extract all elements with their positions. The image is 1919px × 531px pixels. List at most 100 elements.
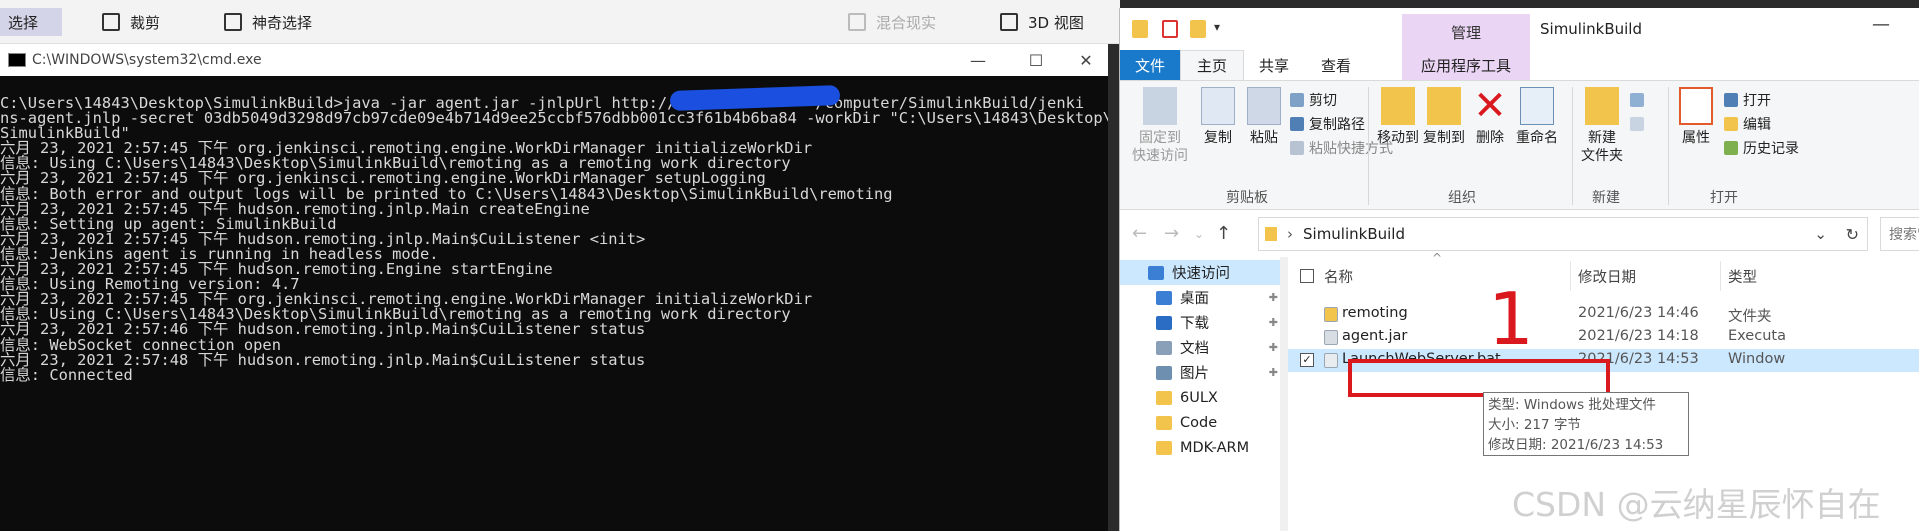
file-type: Executa — [1728, 328, 1786, 344]
forward-arrow-icon[interactable]: → — [1164, 223, 1179, 244]
properties-icon — [1679, 87, 1713, 125]
tab-view[interactable]: 查看 — [1306, 50, 1366, 80]
file-tooltip: 类型: Windows 批处理文件 大小: 217 字节 修改日期: 2021/… — [1483, 392, 1689, 456]
refresh-icon[interactable]: ↻ — [1846, 225, 1859, 244]
cmd-line: 六月 23, 2021 2:57:45 下午 hudson.remoting.j… — [0, 199, 590, 218]
folder-icon — [1324, 307, 1338, 322]
cmd-line: 信息: Using Remoting version: 4.7 — [0, 275, 300, 294]
tab-home[interactable]: 主页 — [1180, 50, 1244, 80]
view-3d-tool[interactable]: 3D 视图 — [992, 8, 1092, 36]
tab-app-tools[interactable]: 应用程序工具 — [1402, 50, 1530, 80]
cmd-line: 六月 23, 2021 2:57:48 下午 hudson.remoting.j… — [0, 350, 646, 369]
column-type-label: 类型 — [1728, 269, 1757, 286]
sidebar-item[interactable]: 6ULX — [1120, 385, 1282, 410]
sidebar-item[interactable]: 图片 ✚ — [1120, 360, 1282, 385]
sidebar-item[interactable]: 快速访问 — [1120, 260, 1282, 285]
column-date-header[interactable]: 修改日期 — [1578, 257, 1636, 295]
cut-button[interactable]: 剪切 — [1290, 89, 1337, 111]
navigation-scrollbar[interactable] — [1280, 257, 1288, 531]
column-separator — [1570, 261, 1571, 291]
ribbon-separator — [1368, 87, 1369, 205]
mixed-reality-tool[interactable]: 混合现实 — [840, 8, 944, 36]
pin-icon: ✚ — [1268, 316, 1278, 329]
file-row[interactable]: remoting 2021/6/23 14:46 文件夹 — [1288, 303, 1919, 326]
tab-file[interactable]: 文件 — [1120, 50, 1180, 80]
column-type-header[interactable]: 类型 — [1728, 257, 1757, 295]
sidebar-item[interactable]: MDK-ARM — [1120, 435, 1282, 460]
select-tool[interactable]: 选择 — [0, 8, 62, 36]
cmd-close-button[interactable]: ✕ — [1064, 44, 1108, 76]
annotation-number: 1 — [1488, 277, 1534, 361]
new-folder-button[interactable]: 新建 文件夹 — [1578, 87, 1626, 165]
magic-select-icon — [224, 13, 242, 31]
search-placeholder: 搜索"Simulin — [1889, 227, 1919, 243]
view-3d-icon — [1000, 13, 1018, 31]
recent-dropdown-icon[interactable]: ⌄ — [1194, 227, 1204, 241]
address-dropdown-icon[interactable]: ⌄ — [1814, 225, 1827, 243]
edit-button[interactable]: 编辑 — [1724, 113, 1771, 135]
paste-button[interactable]: 粘贴 — [1244, 87, 1284, 147]
delete-x-icon: ✕ — [1473, 83, 1507, 129]
new-folder-icon[interactable] — [1190, 20, 1206, 38]
ribbon-separator — [1572, 87, 1573, 205]
folder-icon — [1156, 440, 1172, 455]
cmd-minimize-button[interactable]: — — [948, 44, 1008, 76]
qa-dropdown-icon[interactable]: ▾ — [1214, 20, 1220, 34]
file-name: agent.jar — [1342, 328, 1408, 344]
crop-tool[interactable]: 裁剪 — [94, 8, 168, 36]
ribbon-tabs: 文件 主页 共享 查看 应用程序工具 — [1120, 50, 1919, 80]
watermark: CSDN @云纳星辰怀自在 — [1512, 485, 1881, 524]
delete-button[interactable]: ✕ 删除 — [1470, 83, 1510, 147]
tab-share[interactable]: 共享 — [1244, 50, 1304, 80]
view-3d-label: 3D 视图 — [1028, 13, 1084, 32]
manage-context-tab[interactable]: 管理 — [1402, 14, 1530, 50]
properties-label: 属性 — [1682, 130, 1710, 146]
sidebar-item[interactable]: 文档 ✚ — [1120, 335, 1282, 360]
cmd-titlebar[interactable]: C:\WINDOWS\system32\cmd.exe — ☐ ✕ — [0, 44, 1108, 76]
pin-quick-access-button[interactable]: 固定到 快速访问 — [1130, 87, 1190, 165]
copy-to-button[interactable]: 复制到 — [1422, 87, 1466, 147]
new-item-button[interactable] — [1630, 89, 1649, 111]
sidebar-item-label: 文档 — [1180, 341, 1209, 357]
row-checkbox[interactable]: ✓ — [1300, 353, 1314, 367]
copy-path-label: 复制路径 — [1309, 117, 1365, 133]
up-arrow-icon[interactable]: ↑ — [1216, 223, 1231, 244]
tab-app-tools-label: 应用程序工具 — [1420, 56, 1511, 75]
cmd-line: 信息: Using C:\Users\14843\Desktop\Simulin… — [0, 154, 791, 173]
open-button[interactable]: 打开 — [1724, 89, 1771, 111]
address-bar[interactable]: › SimulinkBuild ⌄ ↻ — [1258, 217, 1868, 251]
pin-icon — [1143, 87, 1177, 125]
magic-select-tool[interactable]: 神奇选择 — [216, 8, 320, 36]
paint-toolbar: 选择 裁剪 神奇选择 混合现实 3D 视图 — [0, 0, 1120, 44]
tab-home-label: 主页 — [1196, 57, 1227, 75]
cmd-output[interactable]: C:\Users\14843\Desktop\SimulinkBuild>jav… — [0, 94, 1108, 514]
easy-access-button[interactable] — [1630, 113, 1649, 135]
cmd-maximize-button[interactable]: ☐ — [1006, 44, 1066, 76]
sidebar-item-label: 快速访问 — [1172, 266, 1230, 282]
ribbon-home: 固定到 快速访问 复制 粘贴 剪切 复制路径 粘贴快捷方式 剪贴板 移动到 复制… — [1120, 80, 1919, 210]
properties-button[interactable]: 属性 — [1676, 87, 1716, 147]
history-button[interactable]: 历史记录 — [1724, 137, 1799, 159]
back-arrow-icon[interactable]: ← — [1132, 223, 1147, 244]
move-to-button[interactable]: 移动到 — [1376, 87, 1420, 147]
properties-check-icon[interactable] — [1162, 20, 1178, 38]
edit-icon — [1724, 117, 1738, 131]
tab-view-label: 查看 — [1320, 56, 1351, 75]
sidebar-item[interactable]: 桌面 ✚ — [1120, 285, 1282, 310]
sidebar-item[interactable]: Code — [1120, 410, 1282, 435]
documents-icon — [1156, 340, 1172, 355]
copy-path-button[interactable]: 复制路径 — [1290, 113, 1365, 135]
rename-button[interactable]: 重命名 — [1512, 87, 1562, 147]
group-organize-label: 组织 — [1448, 190, 1476, 206]
sidebar-item[interactable]: 下载 ✚ — [1120, 310, 1282, 335]
folder-icon[interactable] — [1132, 20, 1148, 38]
pictures-icon — [1156, 365, 1172, 380]
copy-button[interactable]: 复制 — [1198, 87, 1238, 147]
column-date-label: 修改日期 — [1578, 269, 1636, 286]
file-row[interactable]: agent.jar 2021/6/23 14:18 Executa — [1288, 326, 1919, 349]
select-all-checkbox[interactable] — [1300, 269, 1314, 283]
explorer-minimize-button[interactable]: — — [1872, 14, 1890, 35]
search-box[interactable]: 搜索"Simulin — [1880, 217, 1919, 251]
column-name-header[interactable]: 名称 — [1324, 257, 1353, 295]
address-row: ← → ⌄ ↑ › SimulinkBuild ⌄ ↻ 搜索"Simulin — [1120, 211, 1919, 257]
